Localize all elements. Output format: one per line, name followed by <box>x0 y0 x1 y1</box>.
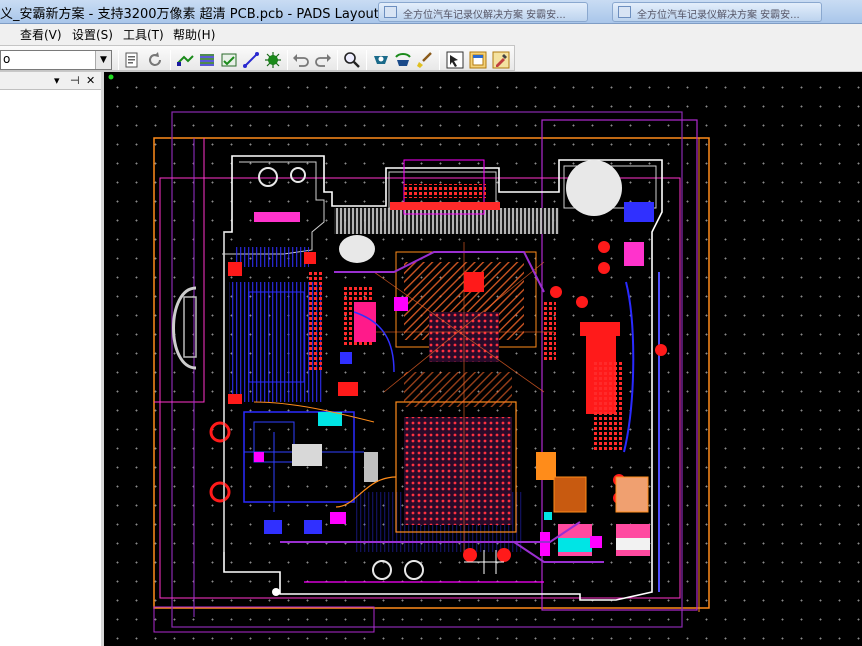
taskbar-button-label: 全方位汽车记录仪解决方案 安霸安... <box>403 10 566 21</box>
toolbar-separator <box>366 50 367 70</box>
brush-icon[interactable] <box>416 51 434 69</box>
zoom-icon[interactable] <box>343 51 361 69</box>
menu-settings[interactable]: 设置(S) <box>72 26 113 43</box>
menu-help[interactable]: 帮助(H) <box>173 26 215 43</box>
project-explorer-panel: ▾ ⊣ ✕ <box>0 72 104 646</box>
pushpin-icon[interactable]: ⊣ <box>70 74 80 87</box>
window-mode-icon[interactable] <box>469 51 487 69</box>
redo-icon[interactable] <box>314 51 332 69</box>
view-nets-icon[interactable] <box>372 51 390 69</box>
layer-select[interactable]: o ▼ <box>0 50 112 70</box>
taskbar-button-label: 全方位汽车记录仪解决方案 安霸安... <box>637 10 800 21</box>
toolbar-separator <box>118 50 119 70</box>
chevron-down-icon[interactable]: ▾ <box>54 74 60 87</box>
refresh-icon[interactable] <box>146 51 164 69</box>
select-tool-icon[interactable] <box>446 51 464 69</box>
document-icon <box>384 6 397 18</box>
connector-rings <box>209 421 231 503</box>
document-icon <box>618 6 631 18</box>
panel-header: ▾ ⊣ ✕ <box>0 72 101 90</box>
grid-origin-marker <box>108 74 114 80</box>
toolbar-separator <box>439 50 440 70</box>
pcb-drawing <box>108 74 710 633</box>
connect-icon[interactable] <box>242 51 260 69</box>
layer-select-value: o <box>3 52 11 66</box>
menu-tools[interactable]: 工具(T) <box>123 26 164 43</box>
verify-design-icon[interactable] <box>220 51 238 69</box>
taskbar-button[interactable]: 全方位汽车记录仪解决方案 安霸安... <box>612 2 822 22</box>
close-icon[interactable]: ✕ <box>86 74 95 87</box>
toolbar: o ▼ <box>0 44 862 72</box>
properties-icon[interactable] <box>123 51 141 69</box>
pcb-canvas[interactable] <box>104 72 862 646</box>
component-icon[interactable] <box>264 51 282 69</box>
menu-view[interactable]: 查看(V) <box>20 26 62 43</box>
undo-icon[interactable] <box>292 51 310 69</box>
menu-bar: 查看(V) 设置(S) 工具(T) 帮助(H) <box>0 24 862 44</box>
bus-route-icon[interactable] <box>198 51 216 69</box>
route-icon[interactable] <box>176 51 194 69</box>
toolbar-strip: o ▼ <box>0 45 515 71</box>
view-layers-icon[interactable] <box>394 51 412 69</box>
toolbar-separator <box>170 50 171 70</box>
toolbar-separator <box>337 50 338 70</box>
hdmi-connector-area <box>334 159 559 234</box>
chevron-down-icon: ▼ <box>95 51 111 69</box>
window-title-bar: 义_安霸新方案 - 支持3200万像素 超清 PCB.pcb - PADS La… <box>0 0 862 24</box>
toolbar-separator <box>287 50 288 70</box>
taskbar-button[interactable]: 全方位汽车记录仪解决方案 安霸安... <box>378 2 588 22</box>
left-connector <box>172 286 197 370</box>
design-toolbar-icon[interactable] <box>492 51 510 69</box>
window-title: 义_安霸新方案 - 支持3200万像素 超清 PCB.pcb - PADS La… <box>0 7 379 22</box>
